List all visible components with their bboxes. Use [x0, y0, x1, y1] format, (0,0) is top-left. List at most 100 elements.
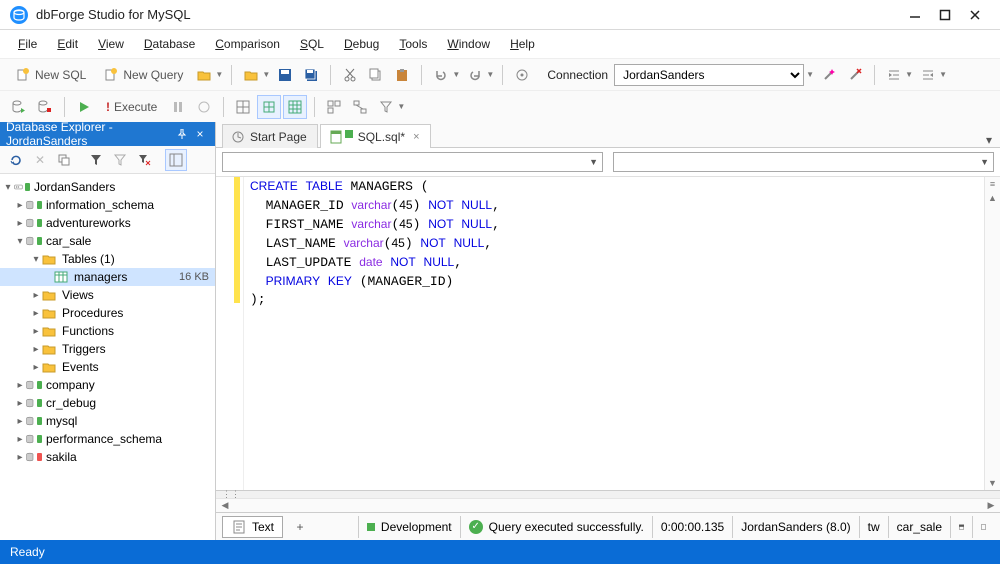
- layout-toggle-1[interactable]: [950, 516, 972, 538]
- filter-dark-button[interactable]: [85, 149, 107, 171]
- caret-icon[interactable]: ▸: [14, 380, 26, 391]
- scroll-down-icon[interactable]: ▼: [986, 476, 1000, 490]
- tree-folder-procedures[interactable]: ▸Procedures: [0, 304, 215, 322]
- scroll-split-icon[interactable]: ≡: [986, 177, 1000, 191]
- tab-close-button[interactable]: ×: [413, 131, 419, 143]
- scroll-right-icon[interactable]: ▶: [984, 500, 998, 512]
- tree-folder-tables--1-[interactable]: ▾Tables (1): [0, 250, 215, 268]
- delete-button[interactable]: ✕: [29, 149, 51, 171]
- tree-connection[interactable]: ▾JordanSanders: [0, 178, 215, 196]
- database-tree[interactable]: ▾JordanSanders▸information_schema▸advent…: [0, 174, 215, 540]
- caret-icon[interactable]: ▸: [14, 452, 26, 463]
- folder-button[interactable]: [239, 63, 263, 87]
- scroll-left-icon[interactable]: ◀: [218, 500, 232, 512]
- tree-db-company[interactable]: ▸company: [0, 376, 215, 394]
- menu-help[interactable]: Help: [500, 33, 545, 55]
- horizontal-scrollbar[interactable]: ◀ ▶: [216, 498, 1000, 512]
- code-editor[interactable]: CREATE TABLE MANAGERS ( MANAGER_ID varch…: [216, 177, 1000, 490]
- new-query-button[interactable]: New Query: [95, 63, 190, 87]
- stop-debug-button[interactable]: [33, 95, 57, 119]
- wand-button[interactable]: [817, 63, 841, 87]
- open-button[interactable]: [192, 63, 216, 87]
- redo-button[interactable]: [463, 63, 487, 87]
- caret-icon[interactable]: ▸: [14, 200, 26, 211]
- filter-x-button[interactable]: [133, 149, 155, 171]
- tree-folder-events[interactable]: ▸Events: [0, 358, 215, 376]
- tree-folder-triggers[interactable]: ▸Triggers: [0, 340, 215, 358]
- splitter[interactable]: ⋮⋮: [216, 490, 1000, 498]
- menu-tools[interactable]: Tools: [389, 33, 437, 55]
- caret-icon[interactable]: ▸: [30, 308, 42, 319]
- caret-icon[interactable]: ▸: [14, 434, 26, 445]
- maximize-button[interactable]: [930, 3, 960, 27]
- vertical-scrollbar[interactable]: ≡ ▲ ▼: [984, 177, 1000, 490]
- tree-db-adventureworks[interactable]: ▸adventureworks: [0, 214, 215, 232]
- pick-button[interactable]: [510, 63, 534, 87]
- member-combo[interactable]: ▼: [222, 152, 603, 172]
- menu-database[interactable]: Database: [134, 33, 205, 55]
- filter-light-button[interactable]: [109, 149, 131, 171]
- save-button[interactable]: [273, 63, 297, 87]
- tree-db-sakila[interactable]: ▸sakila: [0, 448, 215, 466]
- cut-button[interactable]: [338, 63, 362, 87]
- filter-button[interactable]: [374, 95, 398, 119]
- connection-select[interactable]: JordanSanders: [614, 64, 804, 86]
- diagram-button[interactable]: [348, 95, 372, 119]
- windows-button[interactable]: [53, 149, 75, 171]
- tree-folder-views[interactable]: ▸Views: [0, 286, 215, 304]
- grid-button[interactable]: [231, 95, 255, 119]
- execute-button[interactable]: ! Execute: [98, 95, 164, 119]
- indent-button[interactable]: [882, 63, 906, 87]
- menu-file[interactable]: File: [8, 33, 47, 55]
- layout-toggle-2[interactable]: [972, 516, 994, 538]
- play-button[interactable]: [72, 95, 96, 119]
- refresh-button[interactable]: [5, 149, 27, 171]
- tab-start-page[interactable]: Start Page: [222, 124, 318, 148]
- type-combo[interactable]: ▼: [613, 152, 994, 172]
- text-tab[interactable]: Text: [222, 516, 283, 538]
- menu-sql[interactable]: SQL: [290, 33, 334, 55]
- caret-icon[interactable]: ▾: [14, 236, 26, 247]
- caret-icon[interactable]: ▸: [14, 398, 26, 409]
- code-text[interactable]: CREATE TABLE MANAGERS ( MANAGER_ID varch…: [244, 177, 984, 490]
- caret-icon[interactable]: ▸: [30, 326, 42, 337]
- caret-icon[interactable]: ▾: [30, 254, 42, 265]
- grid-lg-button[interactable]: [283, 95, 307, 119]
- tab-sql-sql-[interactable]: SQL.sql*×: [320, 124, 431, 148]
- scroll-up-icon[interactable]: ▲: [986, 191, 1000, 205]
- tree-db-car_sale[interactable]: ▾car_sale: [0, 232, 215, 250]
- copy-button[interactable]: [364, 63, 388, 87]
- caret-icon[interactable]: ▸: [30, 290, 42, 301]
- tree-db-mysql[interactable]: ▸mysql: [0, 412, 215, 430]
- paste-button[interactable]: [390, 63, 414, 87]
- run-debug-button[interactable]: [7, 95, 31, 119]
- menu-edit[interactable]: Edit: [47, 33, 88, 55]
- tree-db-cr_debug[interactable]: ▸cr_debug: [0, 394, 215, 412]
- add-result-tab[interactable]: +: [289, 516, 311, 538]
- panel-close-button[interactable]: ×: [191, 127, 209, 141]
- close-button[interactable]: [960, 3, 990, 27]
- wand-off-button[interactable]: [843, 63, 867, 87]
- menu-window[interactable]: Window: [437, 33, 500, 55]
- save-all-button[interactable]: [299, 63, 323, 87]
- caret-icon[interactable]: ▸: [14, 218, 26, 229]
- boxes-button[interactable]: [322, 95, 346, 119]
- tree-table-managers[interactable]: managers16 KB: [0, 268, 215, 286]
- grid-sm-button[interactable]: [257, 95, 281, 119]
- new-sql-button[interactable]: New SQL: [7, 63, 93, 87]
- menu-comparison[interactable]: Comparison: [205, 33, 290, 55]
- undo-button[interactable]: [429, 63, 453, 87]
- caret-icon[interactable]: ▸: [30, 362, 42, 373]
- tree-db-information_schema[interactable]: ▸information_schema: [0, 196, 215, 214]
- tree-folder-functions[interactable]: ▸Functions: [0, 322, 215, 340]
- caret-icon[interactable]: ▸: [30, 344, 42, 355]
- pause-button[interactable]: [166, 95, 190, 119]
- layout-button[interactable]: [165, 149, 187, 171]
- outdent-button[interactable]: [916, 63, 940, 87]
- caret-icon[interactable]: ▾: [2, 182, 14, 193]
- menu-view[interactable]: View: [88, 33, 134, 55]
- caret-icon[interactable]: ▸: [14, 416, 26, 427]
- record-button[interactable]: [192, 95, 216, 119]
- tab-menu-button[interactable]: ▾: [986, 133, 992, 147]
- minimize-button[interactable]: [900, 3, 930, 27]
